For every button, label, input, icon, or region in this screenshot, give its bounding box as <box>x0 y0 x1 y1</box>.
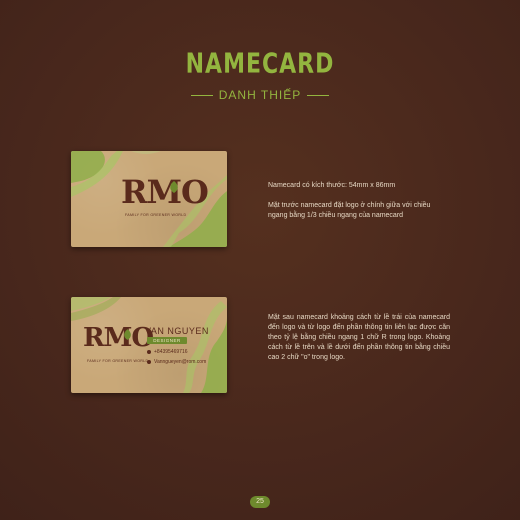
leaf-icon <box>124 329 131 340</box>
contact-role-badge: DESIGNER <box>147 337 187 344</box>
email-icon <box>147 360 151 364</box>
back-description-text: Mặt sau namecard khoảng cách từ lề trái … <box>268 314 450 361</box>
front-description-size: Namecard có kích thước: 54mm x 86mm <box>268 182 396 189</box>
email-text: Vanngueyen@rom.com <box>154 359 207 365</box>
contact-phone: +84395469716 <box>147 349 188 355</box>
front-tagline: FAMILY FOR GREENER WORLD <box>125 213 187 217</box>
subtitle-divider-left <box>190 94 213 96</box>
back-logo: RMO <box>83 323 154 353</box>
namecard-front: RMO FAMILY FOR GREENER WORLD <box>71 151 227 247</box>
contact-email: Vanngueyen@rom.com <box>147 359 206 365</box>
leaf-icon <box>170 181 178 193</box>
page-title: NAMECARD <box>185 48 335 81</box>
page-subtitle: DANH THIẾP <box>218 88 302 102</box>
subtitle-row: DANH THIẾP <box>0 88 520 102</box>
subtitle-divider-right <box>307 94 330 96</box>
front-description-text: Mặt trước namecard đặt logo ở chính giữa… <box>268 202 431 219</box>
back-tagline: FAMILY FOR GREENER WORLD <box>87 359 149 363</box>
contact-name: VAN NGUYEN <box>145 326 209 336</box>
front-logo: RMO <box>121 173 209 211</box>
page-number: 25 <box>250 496 270 508</box>
phone-icon <box>147 350 151 354</box>
phone-text: +84395469716 <box>154 349 188 355</box>
namecard-back: RMO FAMILY FOR GREENER WORLD VAN NGUYEN … <box>71 297 227 393</box>
